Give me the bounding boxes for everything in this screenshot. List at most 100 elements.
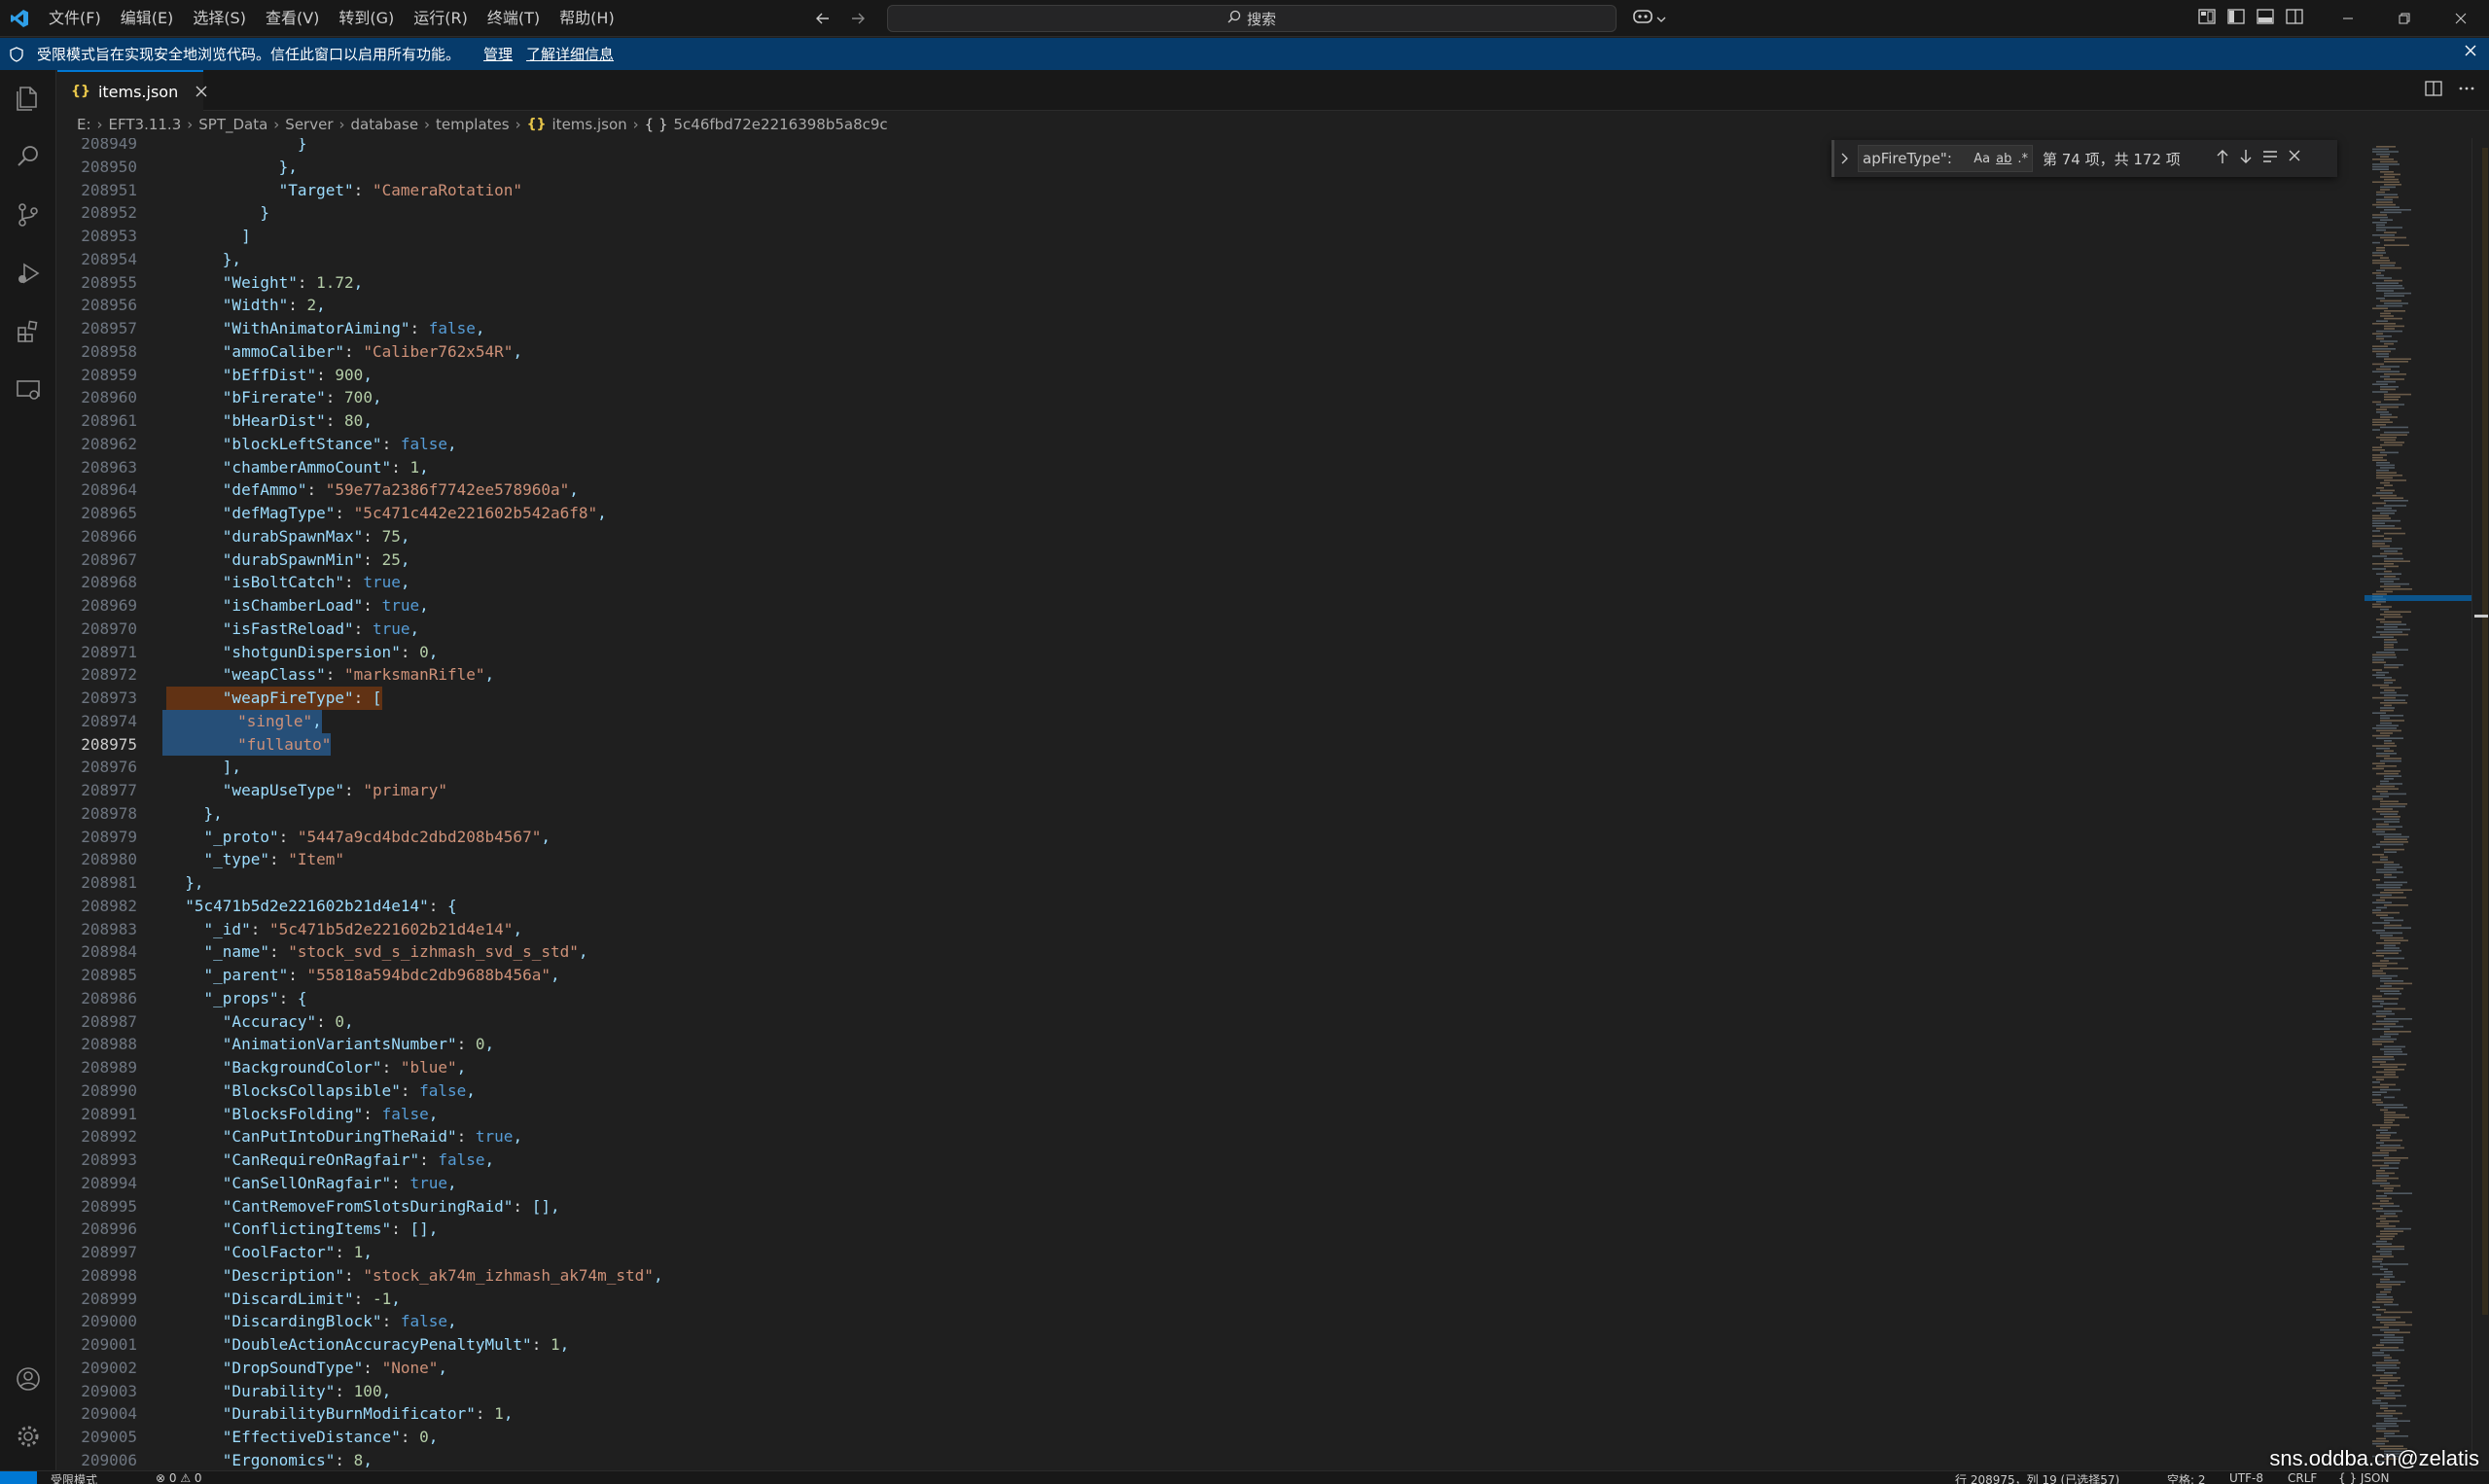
breadcrumb-item[interactable]: database <box>351 116 419 133</box>
close-window-icon[interactable] <box>2433 0 2489 37</box>
code-line[interactable]: 208952 } <box>57 201 2365 225</box>
code-line[interactable]: 208989 "BackgroundColor": "blue", <box>57 1056 2365 1079</box>
minimize-icon[interactable] <box>2320 0 2376 37</box>
code-line[interactable]: 209002 "DropSoundType": "None", <box>57 1357 2365 1380</box>
cursor-position[interactable]: 行 208975，列 19 (已选择57) <box>1955 1471 2119 1484</box>
code-line[interactable]: 208973 "weapFireType": [ <box>57 687 2365 710</box>
code-line[interactable]: 208985 "_parent": "55818a594bdc2db9688b4… <box>57 964 2365 987</box>
code-line[interactable]: 208965 "defMagType": "5c471c442e221602b5… <box>57 502 2365 525</box>
menu-item[interactable]: 文件(F) <box>39 0 111 37</box>
breadcrumb-item[interactable]: SPT_Data <box>198 116 267 133</box>
forward-arrow-icon[interactable] <box>847 8 869 29</box>
menu-item[interactable]: 查看(V) <box>256 0 329 37</box>
code-line[interactable]: 208964 "defAmmo": "59e77a2386f7742ee5789… <box>57 478 2365 502</box>
accounts-icon[interactable] <box>0 1351 56 1407</box>
menu-item[interactable]: 运行(R) <box>404 0 478 37</box>
encoding-status[interactable]: UTF-8 <box>2229 1471 2263 1484</box>
code-line[interactable]: 209003 "Durability": 100, <box>57 1380 2365 1403</box>
restore-icon[interactable] <box>2376 0 2433 37</box>
breadcrumb-item[interactable]: EFT3.11.3 <box>109 116 182 133</box>
code-line[interactable]: 208977 "weapUseType": "primary" <box>57 779 2365 802</box>
code-line[interactable]: 208958 "ammoCaliber": "Caliber762x54R", <box>57 340 2365 364</box>
code-line[interactable]: 208976 ], <box>57 756 2365 779</box>
code-line[interactable]: 209004 "DurabilityBurnModificator": 1, <box>57 1402 2365 1426</box>
close-find-icon[interactable] <box>2288 149 2301 168</box>
code-line[interactable]: 208955 "Weight": 1.72, <box>57 271 2365 295</box>
match-case-icon[interactable]: Aa <box>1973 152 1990 166</box>
code-line[interactable]: 208954 }, <box>57 248 2365 271</box>
remote-explorer-icon[interactable] <box>0 362 56 418</box>
split-editor-icon[interactable] <box>2425 80 2442 101</box>
breadcrumb-item[interactable]: items.json <box>552 116 627 133</box>
manage-link[interactable]: 管理 <box>483 44 513 64</box>
close-banner-icon[interactable] <box>2464 44 2477 61</box>
code-line[interactable]: 208981 }, <box>57 871 2365 895</box>
code-line[interactable]: 208967 "durabSpawnMin": 25, <box>57 548 2365 572</box>
code-line[interactable]: 208974 "single", <box>57 709 2365 733</box>
code-line[interactable]: 208975 "fullauto" <box>57 732 2365 757</box>
menu-item[interactable]: 帮助(H) <box>550 0 624 37</box>
code-line[interactable]: 208971 "shotgunDispersion": 0, <box>57 641 2365 664</box>
eol-status[interactable]: CRLF <box>2288 1471 2317 1484</box>
code-line[interactable]: 208995 "CantRemoveFromSlotsDuringRaid": … <box>57 1195 2365 1219</box>
learn-more-link[interactable]: 了解详细信息 <box>526 44 614 64</box>
code-line[interactable]: 209006 "Ergonomics": 8, <box>57 1449 2365 1470</box>
code-line[interactable]: 208963 "chamberAmmoCount": 1, <box>57 456 2365 479</box>
code-line[interactable]: 208951 "Target": "CameraRotation" <box>57 179 2365 202</box>
find-input[interactable]: apFireType": Aa ab .* <box>1858 145 2033 172</box>
customize-layout-icon[interactable] <box>2198 9 2216 28</box>
more-actions-icon[interactable] <box>2458 80 2475 101</box>
code-line[interactable]: 208972 "weapClass": "marksmanRifle", <box>57 663 2365 687</box>
breadcrumb-item[interactable]: Server <box>285 116 333 133</box>
match-whole-word-icon[interactable]: ab <box>1996 152 2011 166</box>
code-line[interactable]: 208960 "bFirerate": 700, <box>57 386 2365 409</box>
code-line[interactable]: 208980 "_type": "Item" <box>57 848 2365 871</box>
code-line[interactable]: 209001 "DoubleActionAccuracyPenaltyMult"… <box>57 1333 2365 1357</box>
code-line[interactable]: 208996 "ConflictingItems": [], <box>57 1218 2365 1241</box>
code-editor[interactable]: 208949 } 208950 }, 208951 "Target": "Camer… <box>57 138 2365 1470</box>
code-line[interactable]: 208987 "Accuracy": 0, <box>57 1010 2365 1034</box>
menu-item[interactable]: 选择(S) <box>183 0 256 37</box>
code-line[interactable]: 208988 "AnimationVariantsNumber": 0, <box>57 1033 2365 1056</box>
previous-match-arrow-icon[interactable] <box>2216 149 2229 168</box>
code-line[interactable]: 208956 "Width": 2, <box>57 294 2365 317</box>
language-mode[interactable]: { } JSON <box>2338 1471 2389 1484</box>
source-control-icon[interactable] <box>0 187 56 243</box>
code-line[interactable]: 208982 "5c471b5d2e221602b21d4e14": { <box>57 895 2365 918</box>
indentation-status[interactable]: 空格: 2 <box>2167 1471 2206 1484</box>
code-line[interactable]: 208983 "_id": "5c471b5d2e221602b21d4e14"… <box>57 918 2365 941</box>
problems-status[interactable]: ⊗ 0 ⚠ 0 <box>156 1471 202 1484</box>
code-line[interactable]: 208999 "DiscardLimit": -1, <box>57 1288 2365 1311</box>
toggle-primary-sidebar-icon[interactable] <box>2227 9 2245 28</box>
toggle-panel-icon[interactable] <box>2257 9 2274 28</box>
code-line[interactable]: 208994 "CanSellOnRagfair": true, <box>57 1172 2365 1195</box>
tab-items-json[interactable]: {} items.json <box>57 70 207 111</box>
code-line[interactable]: 209005 "EffectiveDistance": 0, <box>57 1426 2365 1449</box>
code-line[interactable]: 208959 "bEffDist": 900, <box>57 364 2365 387</box>
code-line[interactable]: 208953 ] <box>57 225 2365 248</box>
use-regex-icon[interactable]: .* <box>2017 152 2028 166</box>
breadcrumb-item[interactable]: templates <box>436 116 510 133</box>
code-line[interactable]: 208993 "CanRequireOnRagfair": false, <box>57 1148 2365 1172</box>
code-line[interactable]: 209000 "DiscardingBlock": false, <box>57 1310 2365 1333</box>
menu-item[interactable]: 编辑(E) <box>111 0 184 37</box>
code-line[interactable]: 208978 }, <box>57 802 2365 826</box>
code-line[interactable]: 208990 "BlocksCollapsible": false, <box>57 1079 2365 1103</box>
toggle-secondary-sidebar-icon[interactable] <box>2286 9 2303 28</box>
code-line[interactable]: 208991 "BlocksFolding": false, <box>57 1103 2365 1126</box>
code-line[interactable]: 208962 "blockLeftStance": false, <box>57 433 2365 456</box>
code-line[interactable]: 208970 "isFastReload": true, <box>57 618 2365 641</box>
extensions-icon[interactable] <box>0 303 56 360</box>
code-line[interactable]: 208966 "durabSpawnMax": 75, <box>57 525 2365 548</box>
menu-item[interactable]: 转到(G) <box>329 0 404 37</box>
back-arrow-icon[interactable] <box>812 8 834 29</box>
command-center-search[interactable]: 搜索 <box>887 5 1617 32</box>
search-icon[interactable] <box>0 128 56 185</box>
remote-indicator-icon[interactable] <box>0 1471 37 1484</box>
next-match-arrow-icon[interactable] <box>2239 149 2253 168</box>
code-line[interactable]: 208998 "Description": "stock_ak74m_izhma… <box>57 1264 2365 1288</box>
close-tab-icon[interactable] <box>196 83 207 101</box>
menu-item[interactable]: 终端(T) <box>478 0 550 37</box>
toggle-replace-chevron-icon[interactable] <box>1834 153 1856 164</box>
minimap[interactable] <box>2365 138 2471 1470</box>
